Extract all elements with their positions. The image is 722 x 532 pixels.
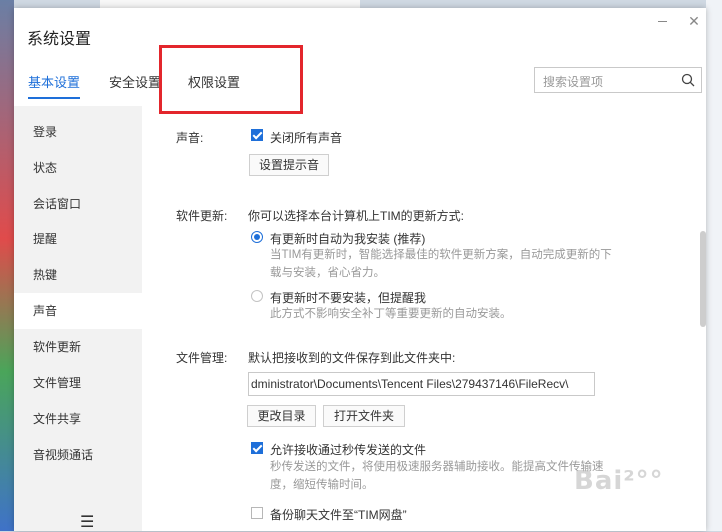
set-notification-sound-button[interactable]: 设置提示音 — [249, 154, 329, 176]
update-notify-desc: 此方式不影响安全补丁等重要更新的自动安装。 — [270, 308, 512, 320]
fast-send-desc-line2: 度，缩短传输时间。 — [270, 479, 374, 491]
update-auto-desc-line1: 当TIM有更新时，智能选择最佳的软件更新方案，自动完成更新的下 — [270, 249, 612, 261]
backup-to-netdisk-label: 备份聊天文件至“TIM网盘” — [270, 508, 407, 522]
sound-section-label: 声音: — [176, 131, 204, 145]
sidebar-item-av-call[interactable]: 音视频通话 — [14, 437, 142, 473]
open-folder-button[interactable]: 打开文件夹 — [323, 405, 405, 427]
tab-security-settings[interactable]: 安全设置 — [109, 72, 161, 91]
sidebar-item-software-update[interactable]: 软件更新 — [14, 329, 142, 365]
update-section-label: 软件更新: — [176, 209, 228, 223]
minimize-icon[interactable] — [656, 14, 670, 28]
hamburger-icon: ☰ — [80, 514, 95, 531]
desktop-background — [0, 0, 14, 531]
update-auto-radio[interactable] — [251, 231, 263, 243]
download-path-field — [248, 372, 595, 396]
settings-sidebar: 登录 状态 会话窗口 提醒 热键 声音 软件更新 文件管理 文件共享 音视频通话 — [14, 106, 142, 531]
update-auto-desc-line2: 载与安装，省心省力。 — [270, 267, 385, 279]
close-icon[interactable]: ✕ — [687, 14, 701, 28]
sidebar-item-chat-window[interactable]: 会话窗口 — [14, 186, 142, 222]
window-title: 系统设置 — [27, 31, 92, 48]
download-path-input[interactable] — [249, 373, 594, 395]
content-scrollbar[interactable] — [700, 231, 706, 327]
background-window-edge-right — [706, 0, 722, 531]
mute-all-checkbox[interactable] — [251, 129, 263, 141]
fast-send-checkbox[interactable] — [251, 442, 263, 454]
update-auto-label: 有更新时自动为我安装 (推荐) — [270, 232, 426, 246]
highlight-annotation-box — [159, 45, 303, 114]
file-section-label: 文件管理: — [176, 351, 228, 365]
search-icon[interactable] — [681, 73, 695, 87]
sidebar-item-reminder[interactable]: 提醒 — [14, 221, 142, 257]
settings-window: 系统设置 ✕ 基本设置 安全设置 权限设置 登录 状态 会话窗口 提醒 热键 声… — [14, 8, 706, 531]
mute-all-label: 关闭所有声音 — [270, 131, 343, 145]
update-notify-radio[interactable] — [251, 290, 263, 302]
backup-to-netdisk-checkbox[interactable] — [251, 507, 263, 519]
sidebar-item-login[interactable]: 登录 — [14, 114, 142, 150]
update-intro-text: 你可以选择本台计算机上TIM的更新方式: — [248, 209, 464, 223]
search-box — [534, 67, 702, 93]
sidebar-item-sound[interactable]: 声音 — [14, 293, 142, 329]
sidebar-item-file-sharing[interactable]: 文件共享 — [14, 401, 142, 437]
tab-basic-settings[interactable]: 基本设置 — [28, 72, 81, 99]
sidebar-item-file-management[interactable]: 文件管理 — [14, 365, 142, 401]
watermark-logo: Bai²°° — [574, 466, 664, 496]
change-directory-button[interactable]: 更改目录 — [247, 405, 316, 427]
fast-send-label: 允许接收通过秒传发送的文件 — [270, 443, 427, 457]
sidebar-item-status[interactable]: 状态 — [14, 150, 142, 186]
search-input[interactable] — [541, 72, 679, 91]
file-intro-text: 默认把接收到的文件保存到此文件夹中: — [248, 351, 456, 365]
update-notify-label: 有更新时不要安装，但提醒我 — [270, 291, 427, 305]
fast-send-desc-line1: 秒传发送的文件，将使用极速服务器辅助接收。能提高文件传输速 — [270, 461, 604, 473]
sidebar-item-hotkey[interactable]: 热键 — [14, 257, 142, 293]
